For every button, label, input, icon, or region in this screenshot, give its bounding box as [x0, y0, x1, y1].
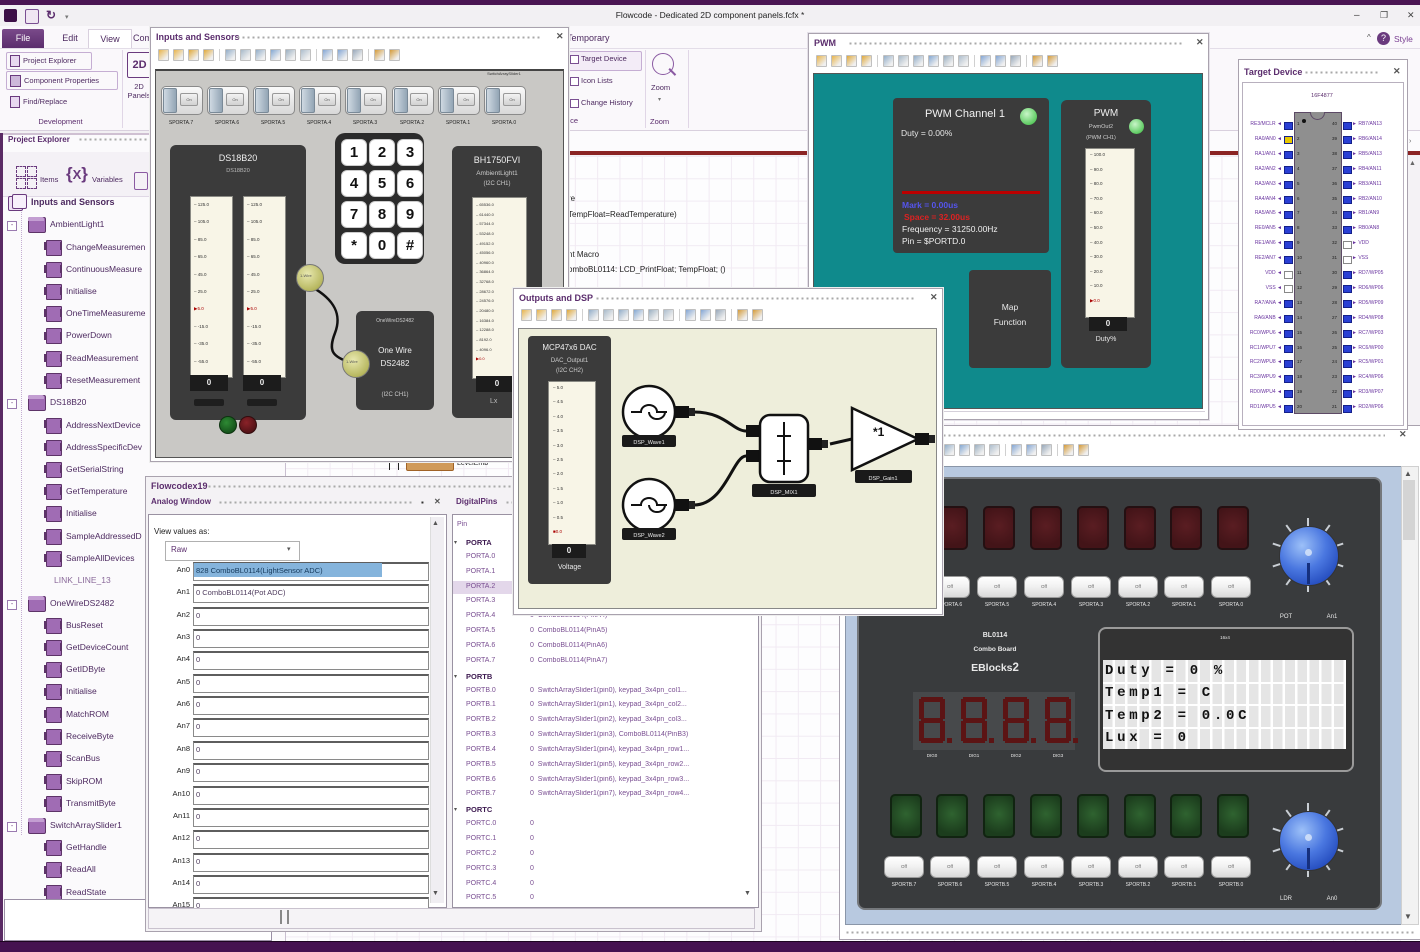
svg-text:*1: *1: [873, 425, 885, 439]
svg-text:DSP_Gain1: DSP_Gain1: [868, 476, 897, 482]
svg-text:DSP_MIX1: DSP_MIX1: [770, 490, 797, 496]
svg-text:DSP_Wave2: DSP_Wave2: [633, 533, 664, 539]
svg-text:DSP_Wave1: DSP_Wave1: [633, 440, 664, 446]
